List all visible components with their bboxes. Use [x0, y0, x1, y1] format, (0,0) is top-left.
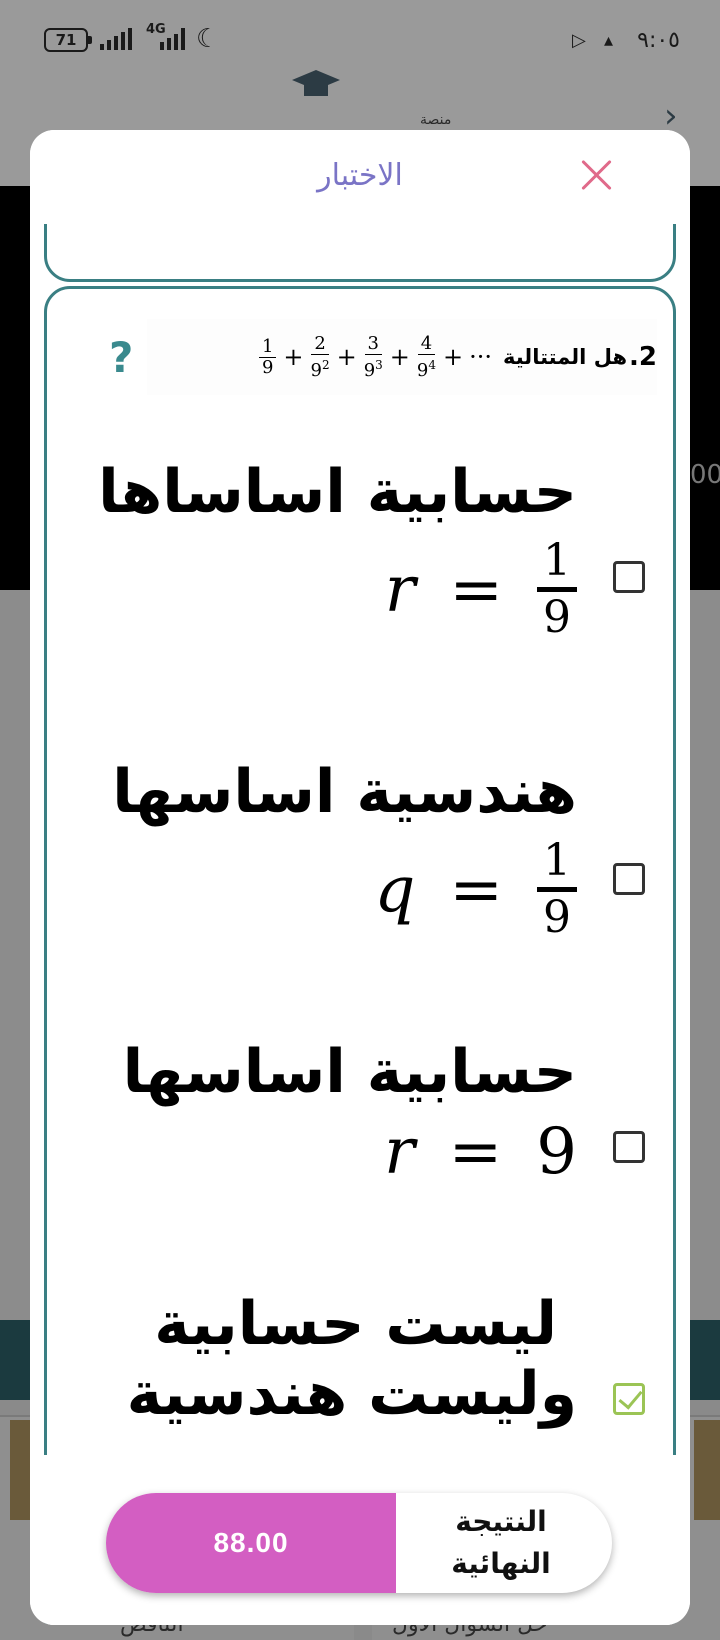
option-text: هندسية اساسها — [112, 757, 578, 827]
final-result-label: النتيجة النهائية — [451, 1505, 551, 1580]
option-text: ليست حسابية — [154, 1289, 558, 1359]
answer-option-2[interactable]: هندسية اساسها q = 19 — [79, 757, 595, 979]
battery-icon: 71 — [44, 28, 92, 52]
option-formula: r = 19 — [79, 535, 577, 644]
help-icon[interactable]: ? — [109, 333, 133, 382]
option-1-checkbox[interactable] — [613, 561, 645, 593]
question-text: 2. هل المتتالية 19 + 2 92 + 3 93 + 4 94 + ·… — [147, 319, 657, 395]
series-term-2: 2 92 — [310, 332, 330, 381]
dialog-header: الاختبار — [30, 130, 690, 224]
option-2-checkbox[interactable] — [613, 863, 645, 895]
question-label: هل المتتالية — [503, 345, 628, 369]
series-expression: 19 + 2 92 + 3 93 + 4 94 + ··· — [255, 332, 495, 381]
option-text: حسابية اساسها — [122, 1037, 578, 1107]
answer-option-1[interactable]: حسابية اساساها r = 19 — [79, 457, 595, 697]
option-formula: q = 19 — [79, 835, 577, 944]
clock: ٩:٠٥ — [637, 28, 680, 53]
play-icon: ▷ — [572, 30, 586, 51]
series-term-4: 4 94 — [416, 332, 436, 381]
notification-icon: ▴ — [604, 30, 614, 51]
series-term-1: 19 — [258, 336, 277, 378]
status-bar: 71 4G ☾ ▷ ▴ ٩:٠٥ — [0, 0, 720, 80]
background-brand-text: منصة — [420, 112, 452, 128]
series-term-3: 3 93 — [363, 332, 383, 381]
final-result-value: 88.00 — [106, 1493, 396, 1593]
question-card: ? 2. هل المتتالية 19 + 2 92 + 3 93 + 4 94 +… — [44, 286, 676, 1625]
question-number: 2. — [629, 342, 657, 372]
option-4-checkbox-checked[interactable] — [613, 1383, 645, 1415]
background-thumbnail — [694, 1420, 720, 1520]
close-icon[interactable] — [576, 154, 616, 194]
option-text-line2: وليست هندسية — [126, 1359, 578, 1429]
result-footer: 88.00 النتيجة النهائية — [30, 1455, 690, 1625]
answer-option-4[interactable]: ليست حسابية وليست هندسية — [79, 1289, 595, 1469]
signal-icon — [160, 26, 185, 50]
do-not-disturb-icon: ☾ — [196, 24, 220, 54]
final-result: 88.00 النتيجة النهائية — [106, 1493, 612, 1593]
answer-option-3[interactable]: حسابية اساسها r = 9 — [79, 1037, 595, 1233]
option-text: حسابية اساساها — [98, 457, 578, 527]
option-3-checkbox[interactable] — [613, 1131, 645, 1163]
quiz-dialog: الاختبار ? 2. هل المتتالية 19 + 2 92 + 39… — [30, 130, 690, 1625]
signal-icon — [100, 26, 132, 50]
background-text-fragment: 00 — [690, 460, 720, 490]
option-formula: r = 9 — [384, 1115, 577, 1189]
